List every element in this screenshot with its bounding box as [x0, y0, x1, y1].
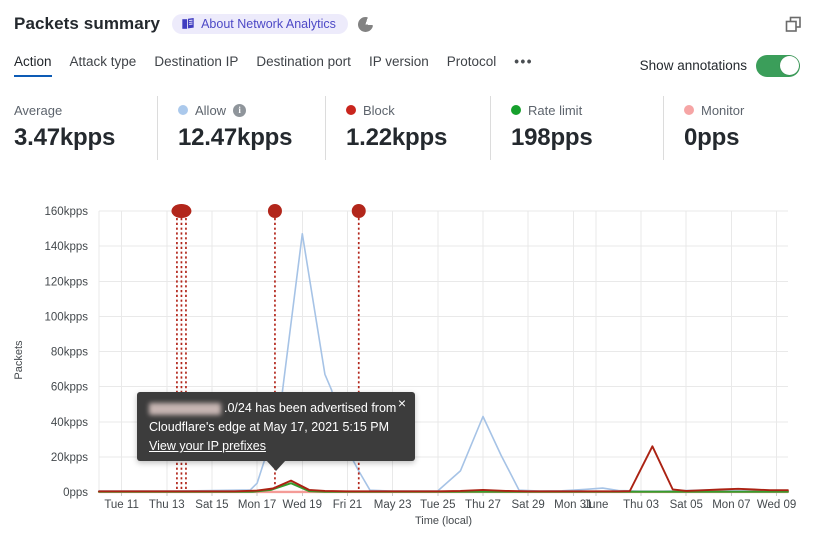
y-axis-title: Packets [13, 340, 25, 380]
stat-label: Average [14, 102, 63, 118]
tab-protocol[interactable]: Protocol [447, 54, 497, 77]
stat-label: Allow [195, 102, 227, 118]
page-title: Packets summary [14, 14, 161, 33]
tabs-list: Action Attack type Destination IP Destinati… [14, 54, 533, 77]
stat-label: Monitor [701, 102, 745, 118]
x-tick-label: Thu 03 [623, 499, 659, 511]
stat-average: Average 3.47kpps [14, 96, 157, 160]
x-tick-label: Tue 11 [104, 499, 139, 511]
annotation-marker-dot[interactable] [267, 204, 282, 218]
tab-ip-version[interactable]: IP version [369, 54, 429, 77]
show-annotations-control: Show annotations [639, 54, 800, 77]
stat-value: 198pps [511, 124, 593, 151]
stat-block: Block 1.22kpps [325, 96, 490, 160]
y-tick-label: 160kpps [45, 206, 89, 218]
stat-value: 3.47kpps [14, 124, 116, 151]
x-tick-label: June [583, 499, 608, 511]
stats-row: Average 3.47kpps Allow i 12.47kpps Block 1.22k… [14, 96, 816, 160]
x-tick-label: Thu 27 [465, 499, 501, 511]
tab-destination-port[interactable]: Destination port [256, 54, 351, 77]
show-annotations-toggle[interactable] [756, 54, 800, 77]
tab-destination-ip[interactable]: Destination IP [154, 54, 238, 77]
y-tick-label: 60kpps [51, 382, 88, 394]
book-icon [182, 18, 194, 29]
packets-summary-panel: Packets summary About Network Analytics … [0, 0, 816, 545]
pie-chart-icon[interactable] [357, 16, 373, 32]
stat-value: 12.47kpps [178, 124, 293, 151]
stat-value: 1.22kpps [346, 124, 448, 151]
x-tick-label: Thu 13 [149, 499, 185, 511]
y-tick-label: 0pps [63, 487, 88, 499]
info-icon[interactable]: i [233, 103, 247, 117]
tab-action[interactable]: Action [14, 54, 52, 77]
y-tick-label: 80kpps [51, 347, 88, 359]
annotation-marker-dot[interactable] [351, 204, 366, 218]
x-tick-label: Sat 05 [670, 499, 703, 511]
tabs-overflow-menu[interactable]: ••• [514, 54, 533, 77]
stat-monitor: Monitor 0pps [663, 96, 816, 160]
tooltip-line-1: .0/24 has been advertised from [149, 399, 403, 418]
x-tick-label: Mon 17 [238, 499, 276, 511]
rate-limit-legend-dot [511, 105, 521, 115]
stat-allow: Allow i 12.47kpps [157, 96, 325, 160]
tooltip-arrow [266, 460, 286, 471]
x-tick-label: Sat 15 [195, 499, 228, 511]
y-tick-label: 140kpps [45, 241, 89, 253]
tab-attack-type[interactable]: Attack type [70, 54, 137, 77]
x-tick-label: Wed 19 [283, 499, 322, 511]
x-tick-label: Fri 21 [333, 499, 362, 511]
about-network-analytics-badge[interactable]: About Network Analytics [172, 14, 348, 34]
annotation-marker-pill[interactable] [171, 204, 192, 218]
view-ip-prefixes-link[interactable]: View your IP prefixes [149, 439, 266, 453]
monitor-legend-dot [684, 105, 694, 115]
y-tick-label: 40kpps [51, 417, 88, 429]
show-annotations-label: Show annotations [639, 58, 747, 73]
close-icon[interactable]: × [398, 396, 406, 410]
stat-value: 0pps [684, 124, 740, 151]
stat-label: Rate limit [528, 102, 583, 118]
panel-header: Packets summary About Network Analytics [14, 11, 802, 37]
x-axis-title: Time (local) [415, 515, 472, 527]
duplicate-window-icon[interactable] [785, 16, 802, 33]
tooltip-line-2: Cloudflare's edge at May 17, 2021 5:15 P… [149, 420, 390, 434]
packets-chart[interactable]: 0pps 20kpps 40kpps 60kpps 80kpps 100kpps 120kp… [0, 195, 816, 545]
y-tick-label: 120kpps [45, 276, 89, 288]
redacted-ip-prefix [149, 402, 221, 415]
y-tick-label: 20kpps [51, 452, 88, 464]
allow-legend-dot [178, 105, 188, 115]
x-tick-label: May 23 [374, 499, 412, 511]
toggle-knob [779, 56, 799, 75]
y-tick-label: 100kpps [45, 311, 89, 323]
badge-label: About Network Analytics [201, 17, 336, 31]
x-tick-label: Mon 07 [712, 499, 750, 511]
x-tick-label: Tue 25 [420, 499, 455, 511]
x-tick-label: Wed 09 [757, 499, 796, 511]
stat-rate-limit: Rate limit 198pps [490, 96, 663, 160]
tabs-row: Action Attack type Destination IP Destinati… [14, 52, 800, 79]
x-tick-label: Sat 29 [512, 499, 545, 511]
stat-label: Block [363, 102, 395, 118]
annotation-tooltip: × .0/24 has been advertised from Cloudfl… [137, 392, 415, 471]
block-legend-dot [346, 105, 356, 115]
